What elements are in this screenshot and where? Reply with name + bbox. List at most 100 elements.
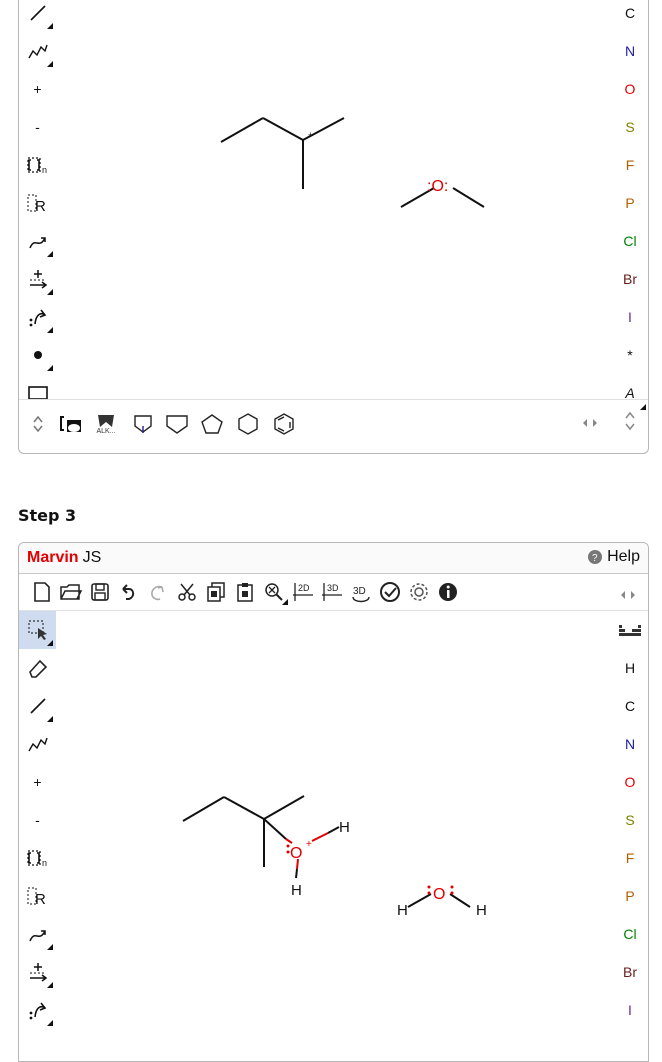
reaction-arrow-tool[interactable] [19, 222, 56, 260]
template-scroll[interactable] [19, 414, 56, 434]
charge-minus-icon: - [35, 812, 40, 828]
electron-flow-tool[interactable] [19, 991, 56, 1029]
amino-acid-icon [133, 414, 152, 433]
cut-button[interactable] [172, 577, 201, 607]
redo-button[interactable] [143, 577, 172, 607]
rgroup-tool[interactable]: R [19, 877, 56, 915]
zoom-button[interactable] [259, 577, 288, 607]
reaction-arrow-icon [28, 237, 46, 249]
radical-tool[interactable] [19, 336, 56, 374]
atom-f[interactable]: F [612, 839, 648, 877]
periodic-table-button[interactable] [612, 611, 648, 649]
left-right-arrow-icon [583, 419, 597, 427]
eraser-tool[interactable] [19, 649, 56, 687]
svg-text:n: n [42, 165, 47, 175]
undo-button[interactable] [114, 577, 143, 607]
reaction-plus-tool[interactable] [19, 953, 56, 991]
atom-i[interactable]: I [612, 991, 648, 1029]
ether-molecule: :O: [400, 178, 485, 208]
help-button[interactable]: ? Help [587, 548, 640, 566]
reaction-plus-arrow-icon [29, 270, 47, 289]
cyclohexane-template[interactable] [230, 412, 266, 436]
3d-view-button[interactable]: 3D [346, 577, 375, 607]
new-document-button[interactable] [27, 577, 56, 607]
svg-text:3D: 3D [353, 586, 366, 597]
copy-button[interactable] [201, 577, 230, 607]
new-document-icon [33, 582, 50, 602]
check-button[interactable] [375, 577, 404, 607]
sgroup-tool[interactable]: n [19, 146, 56, 184]
bond-tool[interactable] [19, 0, 56, 32]
clean-3d-button[interactable]: 3D [317, 577, 346, 607]
reaction-plus-arrow-icon [29, 963, 47, 982]
electron-flow-tool[interactable] [19, 298, 56, 336]
brand-name: Marvin [27, 549, 79, 566]
atom-scroll[interactable] [624, 410, 636, 436]
cyclobutane-template[interactable] [159, 413, 194, 435]
atom-p[interactable]: P [612, 184, 648, 222]
template-library-icon [60, 415, 81, 432]
chain-tool[interactable] [19, 725, 56, 763]
sgroup-tool[interactable]: n [19, 839, 56, 877]
toolbar-scroll[interactable] [620, 586, 636, 605]
atom-any[interactable]: * [612, 336, 648, 374]
chain-icon [27, 737, 48, 752]
radical-dot-icon [33, 351, 42, 359]
amino-template[interactable] [126, 413, 159, 435]
atom-c[interactable]: C [612, 687, 648, 725]
template-group-button[interactable] [56, 412, 86, 436]
atom-o[interactable]: O [612, 70, 648, 108]
left-right-arrow-icon [621, 591, 635, 599]
cyclopentane-template[interactable] [194, 413, 230, 435]
template-scroll-horizontal[interactable] [582, 414, 598, 433]
atom-h[interactable]: H [612, 649, 648, 687]
atom-o[interactable]: O [612, 763, 648, 801]
atom-s[interactable]: S [612, 108, 648, 146]
rgroup-tool[interactable]: R [19, 184, 56, 222]
electron-flow-icon [29, 309, 46, 327]
save-button[interactable] [85, 577, 114, 607]
hydrogen-label: H [397, 902, 408, 919]
shield-shape-icon [165, 414, 188, 434]
settings-button[interactable] [404, 577, 433, 607]
updown-arrow-icon [32, 415, 43, 432]
atom-n[interactable]: N [612, 725, 648, 763]
drawing-canvas[interactable]: + :O: [56, 0, 614, 399]
charge-minus-tool[interactable]: - [19, 108, 56, 146]
rgroup-icon: R [27, 887, 46, 907]
clean-2d-button[interactable]: 2D [288, 577, 317, 607]
svg-text:3D: 3D [327, 583, 339, 593]
drawing-canvas-step3[interactable]: O + H H O H H [56, 611, 614, 1031]
atom-br[interactable]: Br [612, 953, 648, 991]
alkane-template[interactable]: ALK... [86, 413, 126, 435]
periodic-table-icon [619, 625, 641, 636]
brand-suffix: JS [82, 549, 102, 566]
bond-tool[interactable] [19, 687, 56, 725]
atom-c[interactable]: C [612, 0, 648, 32]
charge-minus-tool[interactable]: - [19, 801, 56, 839]
selection-tool[interactable] [19, 611, 56, 649]
open-button[interactable] [56, 577, 85, 607]
atom-cl[interactable]: Cl [612, 222, 648, 260]
atom-n[interactable]: N [612, 32, 648, 70]
water-oxygen: O [433, 886, 445, 903]
alkane-icon [98, 414, 114, 427]
reaction-arrow-tool[interactable] [19, 915, 56, 953]
step-title: Step 3 [18, 506, 77, 525]
zoom-icon [264, 583, 283, 601]
atom-f[interactable]: F [612, 146, 648, 184]
chain-tool[interactable] [19, 32, 56, 70]
atom-s[interactable]: S [612, 801, 648, 839]
benzene-template[interactable] [266, 412, 302, 436]
atom-i[interactable]: I [612, 298, 648, 336]
paste-button[interactable] [230, 577, 259, 607]
charge-plus-icon: + [33, 81, 42, 97]
charge-plus-tool[interactable]: + [19, 763, 56, 801]
reaction-plus-tool[interactable] [19, 260, 56, 298]
info-button[interactable] [433, 577, 462, 607]
atom-br[interactable]: Br [612, 260, 648, 298]
atom-cl[interactable]: Cl [612, 915, 648, 953]
charge-plus-tool[interactable]: + [19, 70, 56, 108]
settings-icon [409, 583, 428, 601]
atom-p[interactable]: P [612, 877, 648, 915]
